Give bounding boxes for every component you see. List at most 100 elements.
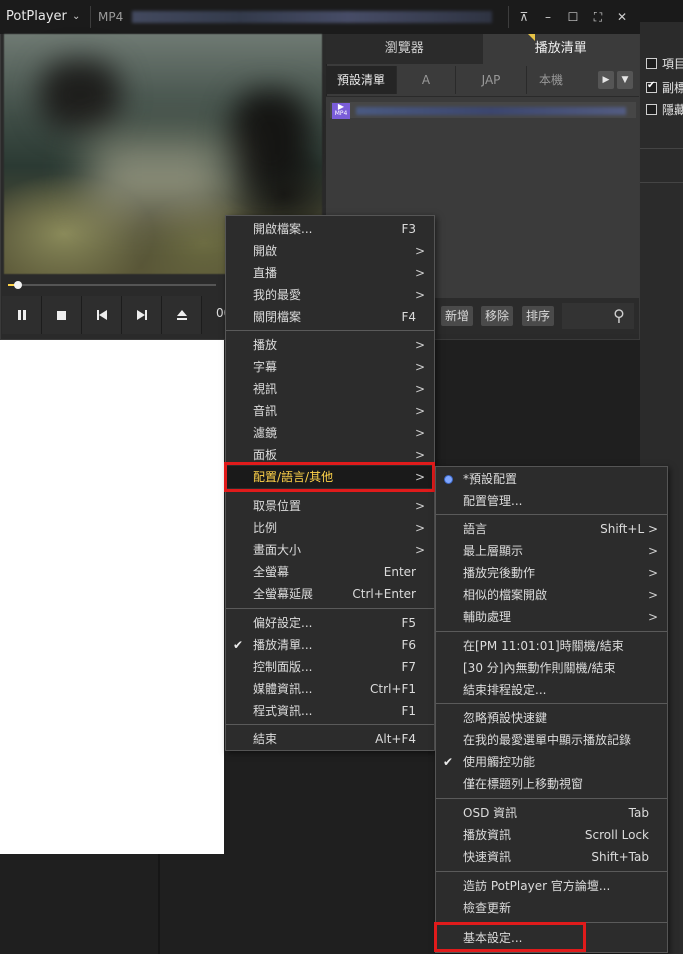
annotation-highlight-box (224, 462, 435, 492)
submenu-item-ignore-default-shortcuts[interactable]: 忽略預設快速鍵 (436, 707, 667, 729)
submenu-item-default-config[interactable]: *預設配置 (436, 468, 667, 490)
video-blur-shape (90, 140, 230, 210)
stop-button[interactable] (42, 296, 82, 334)
submenu-item-schedule-settings[interactable]: 結束排程設定... (436, 679, 667, 701)
menu-item-video[interactable]: 視訊 > (226, 378, 434, 400)
submenu-item-after-playback[interactable]: 播放完後動作 > (436, 562, 667, 584)
submenu-item-language[interactable]: 語言 Shift+L > (436, 518, 667, 540)
side-option-3[interactable]: 隱藏 (646, 101, 683, 117)
chevron-down-icon[interactable]: ⌄ (72, 11, 80, 22)
side-option-2[interactable]: 副標 (646, 79, 683, 95)
submenu-item-shutdown-idle[interactable]: [30 分]內無動作則關機/結束 (436, 657, 667, 679)
menu-item-close-file[interactable]: 關閉檔案 F4 (226, 306, 434, 328)
previous-icon (96, 310, 107, 320)
subtab-local[interactable]: 本機 (527, 66, 575, 94)
submenu-item-move-by-titlebar[interactable]: 僅在標題列上移動視窗 (436, 773, 667, 795)
menu-item-open-file[interactable]: 開啟檔案... F3 (226, 218, 434, 240)
menu-separator (436, 871, 667, 872)
chevron-right-icon: > (647, 610, 658, 624)
menu-item-preferences[interactable]: 偏好設定... F5 (226, 612, 434, 634)
chevron-right-icon: > (414, 288, 425, 302)
subtab-a[interactable]: A (397, 66, 456, 94)
chevron-right-icon: > (414, 543, 425, 557)
submenu-item-assist-processing[interactable]: 輔助處理 > (436, 606, 667, 628)
checkmark-icon: ✔ (233, 638, 244, 652)
subtab-jap[interactable]: JAP (456, 66, 527, 94)
config-submenu: *預設配置 配置管理... 語言 Shift+L > 最上層顯示 > 播放完後動作 >… (435, 466, 668, 953)
menu-item-live[interactable]: 直播 > (226, 262, 434, 284)
menu-item-filters[interactable]: 濾鏡 > (226, 422, 434, 444)
menu-item-favorites[interactable]: 我的最愛 > (226, 284, 434, 306)
side-option-1[interactable]: 項目 (646, 55, 683, 71)
close-button[interactable]: ✕ (612, 0, 632, 34)
seek-bar[interactable] (8, 284, 216, 286)
menu-separator (436, 631, 667, 632)
menu-item-playlist[interactable]: ✔ 播放清單... F6 (226, 634, 434, 656)
pin-icon[interactable]: ⊼ (514, 0, 534, 34)
maximize-button[interactable]: ☐ (563, 0, 583, 34)
pause-icon (17, 310, 26, 320)
submenu-item-shutdown-at-time[interactable]: 在[PM 11:01:01]時關機/結束 (436, 635, 667, 657)
tab-browser[interactable]: 瀏覽器 (326, 34, 483, 64)
stop-icon (57, 310, 66, 320)
chevron-down-icon[interactable]: ▼ (617, 71, 633, 89)
minimize-button[interactable]: – (538, 0, 558, 34)
blank-area (0, 338, 224, 854)
menu-item-aspect-ratio[interactable]: 比例 > (226, 517, 434, 539)
chevron-right-icon: > (414, 382, 425, 396)
menu-item-fullscreen-stretch[interactable]: 全螢幕延展 Ctrl+Enter (226, 583, 434, 605)
submenu-item-quick-info[interactable]: 快速資訊 Shift+Tab (436, 846, 667, 868)
radio-selected-icon (444, 475, 453, 484)
menu-item-window-size[interactable]: 畫面大小 > (226, 539, 434, 561)
mp4-file-icon: ▶ MP4 (332, 103, 350, 119)
submenu-item-touch-control[interactable]: ✔ 使用觸控功能 (436, 751, 667, 773)
menu-item-fullscreen[interactable]: 全螢幕 Enter (226, 561, 434, 583)
checkbox-icon (646, 103, 657, 115)
menu-item-control-panel[interactable]: 控制面版... F7 (226, 656, 434, 678)
previous-button[interactable] (82, 296, 122, 334)
menu-item-playback[interactable]: 播放 > (226, 334, 434, 356)
sort-button[interactable]: 排序 (522, 306, 555, 326)
menu-separator (226, 330, 434, 331)
chevron-right-icon[interactable]: ▶ (598, 71, 614, 89)
pause-button[interactable] (2, 296, 42, 334)
menu-item-media-info[interactable]: 媒體資訊... Ctrl+F1 (226, 678, 434, 700)
background-divider (158, 854, 160, 954)
menu-item-audio[interactable]: 音訊 > (226, 400, 434, 422)
chevron-right-icon: > (414, 244, 425, 258)
eject-button[interactable] (162, 296, 202, 334)
menu-separator (226, 608, 434, 609)
menu-item-exit[interactable]: 結束 Alt+F4 (226, 728, 434, 750)
chevron-right-icon: > (414, 360, 425, 374)
app-menu-button[interactable]: PotPlayer (6, 0, 67, 34)
chevron-right-icon: > (647, 588, 658, 602)
menu-item-open[interactable]: 開啟 > (226, 240, 434, 262)
menu-item-frame-position[interactable]: 取景位置 > (226, 495, 434, 517)
menu-separator (226, 724, 434, 725)
tab-playlist[interactable]: 播放清單 (482, 34, 639, 64)
submenu-item-similar-files[interactable]: 相似的檔案開啟 > (436, 584, 667, 606)
submenu-item-always-on-top[interactable]: 最上層顯示 > (436, 540, 667, 562)
submenu-item-playback-info[interactable]: 播放資訊 Scroll Lock (436, 824, 667, 846)
next-button[interactable] (122, 296, 162, 334)
background-window-titlebar (640, 0, 683, 22)
next-icon (136, 310, 147, 320)
chevron-right-icon: > (414, 426, 425, 440)
submenu-item-check-update[interactable]: 檢查更新 (436, 897, 667, 919)
submenu-item-osd-info[interactable]: OSD 資訊 Tab (436, 802, 667, 824)
menu-item-about[interactable]: 程式資訊... F1 (226, 700, 434, 722)
fullscreen-button[interactable]: ⛶ (588, 0, 608, 34)
add-button[interactable]: 新增 (441, 306, 474, 326)
submenu-item-visit-forum[interactable]: 造訪 PotPlayer 官方論壇... (436, 875, 667, 897)
submenu-item-show-history-in-favorites[interactable]: 在我的最愛選單中顯示播放記錄 (436, 729, 667, 751)
chevron-right-icon: > (414, 266, 425, 280)
subtab-default[interactable]: 預設清單 (326, 66, 397, 94)
playlist-subtabs: 預設清單 A JAP 本機 (326, 66, 639, 96)
search-icon[interactable]: ⚲ (608, 305, 630, 327)
seek-handle[interactable] (14, 281, 22, 289)
checkmark-icon: ✔ (443, 755, 454, 769)
menu-separator (436, 703, 667, 704)
menu-item-subtitles[interactable]: 字幕 > (226, 356, 434, 378)
submenu-item-config-manager[interactable]: 配置管理... (436, 490, 667, 512)
remove-button[interactable]: 移除 (481, 306, 514, 326)
